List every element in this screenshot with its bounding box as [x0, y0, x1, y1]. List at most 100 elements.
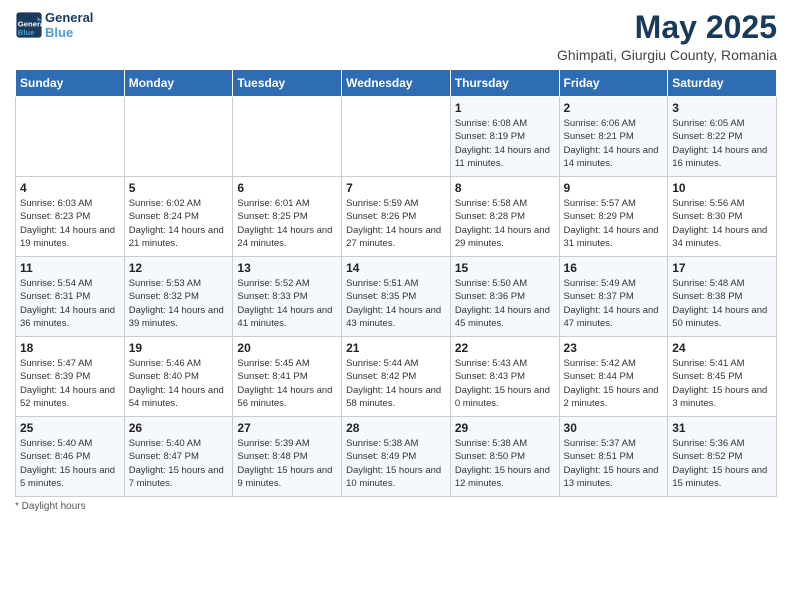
day-info: Sunrise: 5:58 AM Sunset: 8:28 PM Dayligh…	[455, 197, 555, 250]
day-number: 29	[455, 421, 555, 435]
day-number: 11	[20, 261, 120, 275]
svg-text:Blue: Blue	[18, 28, 35, 37]
day-number: 1	[455, 101, 555, 115]
day-info: Sunrise: 5:37 AM Sunset: 8:51 PM Dayligh…	[564, 437, 664, 490]
calendar-cell: 15Sunrise: 5:50 AM Sunset: 8:36 PM Dayli…	[450, 257, 559, 337]
day-info: Sunrise: 6:02 AM Sunset: 8:24 PM Dayligh…	[129, 197, 229, 250]
day-number: 26	[129, 421, 229, 435]
calendar-cell: 20 Sunrise: 5:45 AM Sunset: 8:41 PM Dayli…	[233, 337, 342, 417]
day-number: 30	[564, 421, 664, 435]
calendar-cell: 7Sunrise: 5:59 AM Sunset: 8:26 PM Daylig…	[342, 177, 451, 257]
day-info: Sunrise: 5:39 AM Sunset: 8:48 PM Dayligh…	[237, 437, 337, 490]
calendar-cell: 24Sunrise: 5:41 AM Sunset: 8:45 PM Dayli…	[668, 337, 777, 417]
calendar-cell: 17Sunrise: 5:48 AM Sunset: 8:38 PM Dayli…	[668, 257, 777, 337]
day-info: Sunrise: 5:53 AM Sunset: 8:32 PM Dayligh…	[129, 277, 229, 330]
day-info: Sunrise: 5:40 AM Sunset: 8:46 PM Dayligh…	[20, 437, 120, 490]
day-info: Sunrise: 5:41 AM Sunset: 8:45 PM Dayligh…	[672, 357, 772, 410]
day-info: Sunrise: 5:57 AM Sunset: 8:29 PM Dayligh…	[564, 197, 664, 250]
calendar-cell: 11 Sunrise: 5:54 AM Sunset: 8:31 PM Dayli…	[16, 257, 125, 337]
weekday-header: Friday	[559, 70, 668, 97]
day-info: Sunrise: 5:38 AM Sunset: 8:49 PM Dayligh…	[346, 437, 446, 490]
day-number: 31	[672, 421, 772, 435]
day-info: Sunrise: 5:45 AM Sunset: 8:41 PM Dayligh…	[237, 357, 337, 410]
day-info: Sunrise: 5:40 AM Sunset: 8:47 PM Dayligh…	[129, 437, 229, 490]
day-number: 12	[129, 261, 229, 275]
logo-icon: General Blue	[15, 11, 43, 39]
calendar-cell: 5 Sunrise: 6:02 AM Sunset: 8:24 PM Daylig…	[124, 177, 233, 257]
weekday-header: Thursday	[450, 70, 559, 97]
day-info: Sunrise: 5:42 AM Sunset: 8:44 PM Dayligh…	[564, 357, 664, 410]
calendar-cell: 1 Sunrise: 6:08 AM Sunset: 8:19 PM Daylig…	[450, 97, 559, 177]
calendar-cell	[16, 97, 125, 177]
main-title: May 2025	[557, 10, 777, 45]
day-info: Sunrise: 5:54 AM Sunset: 8:31 PM Dayligh…	[20, 277, 120, 330]
calendar-cell	[342, 97, 451, 177]
calendar-cell: 28 Sunrise: 5:38 AM Sunset: 8:49 PM Dayli…	[342, 417, 451, 497]
day-number: 8	[455, 181, 555, 195]
calendar-cell: 10Sunrise: 5:56 AM Sunset: 8:30 PM Dayli…	[668, 177, 777, 257]
calendar-table: SundayMondayTuesdayWednesdayThursdayFrid…	[15, 69, 777, 497]
calendar-cell: 12 Sunrise: 5:53 AM Sunset: 8:32 PM Dayli…	[124, 257, 233, 337]
day-info: Sunrise: 5:44 AM Sunset: 8:42 PM Dayligh…	[346, 357, 446, 410]
day-info: Sunrise: 6:01 AM Sunset: 8:25 PM Dayligh…	[237, 197, 337, 250]
day-info: Sunrise: 5:50 AM Sunset: 8:36 PM Dayligh…	[455, 277, 555, 330]
day-info: Sunrise: 5:38 AM Sunset: 8:50 PM Dayligh…	[455, 437, 555, 490]
calendar-cell	[233, 97, 342, 177]
calendar-cell: 6 Sunrise: 6:01 AM Sunset: 8:25 PM Daylig…	[233, 177, 342, 257]
header: General Blue General Blue May 2025 Ghimp…	[15, 10, 777, 63]
title-block: May 2025 Ghimpati, Giurgiu County, Roman…	[557, 10, 777, 63]
day-number: 9	[564, 181, 664, 195]
day-number: 7	[346, 181, 446, 195]
day-info: Sunrise: 5:52 AM Sunset: 8:33 PM Dayligh…	[237, 277, 337, 330]
weekday-header: Saturday	[668, 70, 777, 97]
day-number: 20	[237, 341, 337, 355]
calendar-week-row: 11 Sunrise: 5:54 AM Sunset: 8:31 PM Dayli…	[16, 257, 777, 337]
weekday-header: Tuesday	[233, 70, 342, 97]
day-number: 16	[564, 261, 664, 275]
calendar-cell: 8 Sunrise: 5:58 AM Sunset: 8:28 PM Daylig…	[450, 177, 559, 257]
day-number: 27	[237, 421, 337, 435]
day-info: Sunrise: 5:49 AM Sunset: 8:37 PM Dayligh…	[564, 277, 664, 330]
weekday-header: Wednesday	[342, 70, 451, 97]
day-info: Sunrise: 6:05 AM Sunset: 8:22 PM Dayligh…	[672, 117, 772, 170]
header-row: SundayMondayTuesdayWednesdayThursdayFrid…	[16, 70, 777, 97]
calendar-cell: 3 Sunrise: 6:05 AM Sunset: 8:22 PM Daylig…	[668, 97, 777, 177]
calendar-cell: 14Sunrise: 5:51 AM Sunset: 8:35 PM Dayli…	[342, 257, 451, 337]
calendar-cell: 30 Sunrise: 5:37 AM Sunset: 8:51 PM Dayli…	[559, 417, 668, 497]
day-info: Sunrise: 5:43 AM Sunset: 8:43 PM Dayligh…	[455, 357, 555, 410]
calendar-cell: 25 Sunrise: 5:40 AM Sunset: 8:46 PM Dayli…	[16, 417, 125, 497]
day-number: 3	[672, 101, 772, 115]
calendar-cell: 13 Sunrise: 5:52 AM Sunset: 8:33 PM Dayli…	[233, 257, 342, 337]
day-number: 5	[129, 181, 229, 195]
calendar-cell: 21Sunrise: 5:44 AM Sunset: 8:42 PM Dayli…	[342, 337, 451, 417]
day-number: 19	[129, 341, 229, 355]
calendar-cell: 26 Sunrise: 5:40 AM Sunset: 8:47 PM Dayli…	[124, 417, 233, 497]
day-number: 25	[20, 421, 120, 435]
day-number: 2	[564, 101, 664, 115]
day-number: 17	[672, 261, 772, 275]
calendar-cell: 2Sunrise: 6:06 AM Sunset: 8:21 PM Daylig…	[559, 97, 668, 177]
calendar-cell	[124, 97, 233, 177]
day-number: 18	[20, 341, 120, 355]
calendar-cell: 23Sunrise: 5:42 AM Sunset: 8:44 PM Dayli…	[559, 337, 668, 417]
day-number: 28	[346, 421, 446, 435]
day-number: 6	[237, 181, 337, 195]
main-container: General Blue General Blue May 2025 Ghimp…	[0, 0, 792, 522]
calendar-cell: 18 Sunrise: 5:47 AM Sunset: 8:39 PM Dayli…	[16, 337, 125, 417]
calendar-cell: 16 Sunrise: 5:49 AM Sunset: 8:37 PM Dayli…	[559, 257, 668, 337]
logo: General Blue General Blue	[15, 10, 93, 40]
day-info: Sunrise: 5:51 AM Sunset: 8:35 PM Dayligh…	[346, 277, 446, 330]
calendar-week-row: 1 Sunrise: 6:08 AM Sunset: 8:19 PM Daylig…	[16, 97, 777, 177]
day-info: Sunrise: 5:36 AM Sunset: 8:52 PM Dayligh…	[672, 437, 772, 490]
subtitle: Ghimpati, Giurgiu County, Romania	[557, 47, 777, 63]
day-info: Sunrise: 6:08 AM Sunset: 8:19 PM Dayligh…	[455, 117, 555, 170]
weekday-header: Sunday	[16, 70, 125, 97]
day-number: 13	[237, 261, 337, 275]
weekday-header: Monday	[124, 70, 233, 97]
calendar-cell: 9 Sunrise: 5:57 AM Sunset: 8:29 PM Daylig…	[559, 177, 668, 257]
day-info: Sunrise: 5:56 AM Sunset: 8:30 PM Dayligh…	[672, 197, 772, 250]
day-info: Sunrise: 5:47 AM Sunset: 8:39 PM Dayligh…	[20, 357, 120, 410]
calendar-cell: 31 Sunrise: 5:36 AM Sunset: 8:52 PM Dayli…	[668, 417, 777, 497]
day-info: Sunrise: 5:46 AM Sunset: 8:40 PM Dayligh…	[129, 357, 229, 410]
day-number: 4	[20, 181, 120, 195]
